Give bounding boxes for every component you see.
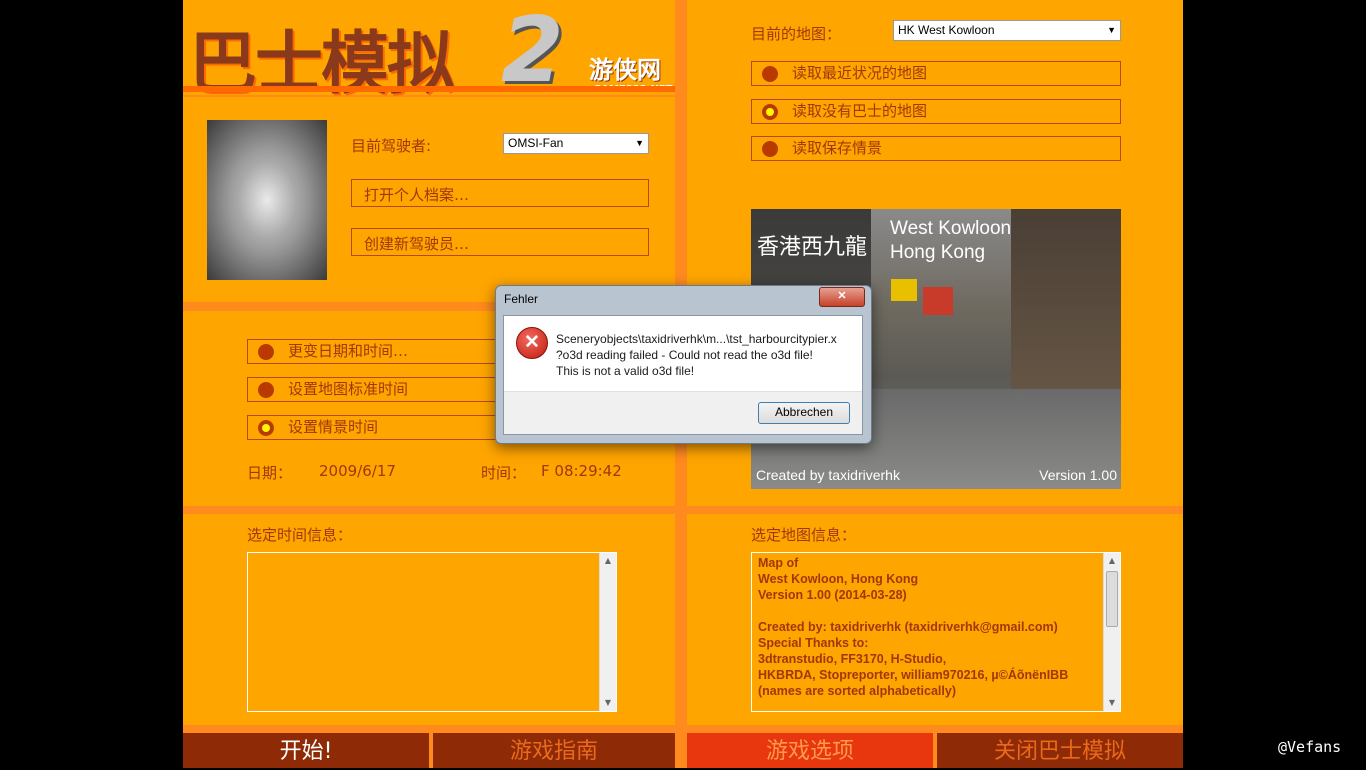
create-driver-label: 创建新驾驶员… [364,235,470,253]
open-profile-label: 打开个人档案… [364,186,470,204]
logo-site: 游侠网 [589,56,661,84]
map-info-line: (names are sorted alphabetically) [758,684,956,698]
scrollbar-thumb[interactable] [1106,571,1118,627]
time-option-label: 更变日期和时间… [288,342,409,360]
preview-title-en-2: Hong Kong [890,242,986,263]
dialog-title: Fehler [504,292,539,306]
preview-title-en-1: West Kowloon [890,218,1012,239]
map-select-value: HK West Kowloon [898,23,995,37]
map-option-load-scenario[interactable]: 读取保存情景 [751,136,1121,161]
exit-label: 关闭巴士模拟 [993,739,1126,764]
error-line: Sceneryobjects\taxidriverhk\m...\tst_har… [556,332,837,346]
map-option-label: 读取保存情景 [792,139,883,157]
map-label: 目前的地图： [751,25,842,43]
map-info-line: West Kowloon, Hong Kong [758,572,919,586]
map-info-textarea[interactable]: Map of West Kowloon, Hong Kong Version 1… [751,552,1121,712]
time-label: 时间： [481,464,527,482]
scroll-up-icon[interactable]: ▲ [1104,553,1120,569]
logo-panel: 巴士模拟 2 游侠网 GAME333.NET [183,0,675,104]
abort-button[interactable]: Abbrechen [758,402,850,424]
time-option-label: 设置地图标准时间 [288,380,409,398]
logo-title: 巴士模拟 [189,24,455,104]
error-message: Sceneryobjects\taxidriverhk\m...\tst_har… [556,331,837,379]
logo-stripes [183,86,675,92]
map-option-recent[interactable]: 读取最近状况的地图 [751,61,1121,86]
map-info-line: Special Thanks to: [758,636,869,650]
map-option-label: 读取没有巴士的地图 [792,102,928,120]
open-profile-button[interactable]: 打开个人档案… [351,179,649,207]
time-option-change[interactable]: 更变日期和时间… [247,339,507,364]
map-info-line: Map of [758,556,799,570]
time-info-scrollbar[interactable]: ▲ ▼ [599,553,616,711]
dialog-body: ✕ Sceneryobjects\taxidriverhk\m...\tst_h… [503,315,863,435]
map-info-scrollbar[interactable]: ▲ ▼ [1103,553,1120,711]
exit-button[interactable]: 关闭巴士模拟 [937,733,1183,768]
time-option-map-standard[interactable]: 设置地图标准时间 [247,377,507,402]
scroll-up-icon[interactable]: ▲ [600,553,616,569]
guide-label: 游戏指南 [509,739,598,764]
map-info-text: Map of West Kowloon, Hong Kong Version 1… [758,555,1068,699]
preview-title-cn: 香港西九龍 [757,235,868,260]
time-info-textarea[interactable]: ▲ ▼ [247,552,617,712]
driver-avatar [207,120,327,280]
time-value: F 08:29:42 [541,462,622,480]
start-label: 开始! [279,739,333,764]
driver-label: 目前驾驶者: [351,137,432,155]
options-button[interactable]: 游戏选项 [687,733,933,768]
map-info-line: Created by: taxidriverhk (taxidriverhk@g… [758,620,1058,634]
map-info-label: 选定地图信息： [751,526,857,544]
radio-icon[interactable] [258,344,274,360]
date-label: 日期： [247,464,293,482]
options-label: 游戏选项 [765,739,854,764]
guide-button[interactable]: 游戏指南 [433,733,675,768]
radio-selected-icon[interactable] [762,104,778,120]
abort-label: Abbrechen [774,405,834,419]
driver-select[interactable]: OMSI-Fan ▼ [503,133,649,154]
map-info-line: 3dtranstudio, FF3170, H-Studio, [758,652,947,666]
dialog-footer: Abbrechen [504,391,862,434]
radio-icon[interactable] [258,382,274,398]
map-info-line: Version 1.00 (2014-03-28) [758,588,907,602]
watermark: @Vefans [1278,738,1342,756]
chevron-down-icon[interactable]: ▼ [635,134,644,153]
map-info-line [758,603,1068,619]
start-button[interactable]: 开始! [183,733,429,768]
create-driver-button[interactable]: 创建新驾驶员… [351,228,649,256]
time-option-label: 设置情景时间 [288,418,379,436]
time-info-label: 选定时间信息： [247,526,353,544]
chevron-down-icon[interactable]: ▼ [1107,21,1116,40]
error-line: ?o3d reading failed - Could not read the… [556,348,813,362]
radio-icon[interactable] [762,141,778,157]
preview-version: Version 1.00 [1039,467,1117,483]
radio-selected-icon[interactable] [258,420,274,436]
error-dialog: Fehler ✕ ✕ Sceneryobjects\taxidriverhk\m… [495,285,872,444]
map-info-line: HKBRDA, Stopreporter, william970216, µ©Á… [758,668,1069,682]
dialog-close-button[interactable]: ✕ [819,287,865,307]
error-icon: ✕ [516,327,548,359]
date-value: 2009/6/17 [319,462,396,480]
close-icon[interactable]: ✕ [837,290,846,302]
scroll-down-icon[interactable]: ▼ [1104,695,1120,711]
time-info-panel: 选定时间信息： ▲ ▼ [183,514,675,725]
radio-icon[interactable] [762,66,778,82]
map-info-panel: 选定地图信息： Map of West Kowloon, Hong Kong V… [687,514,1183,725]
preview-created-by: Created by taxidriverhk [756,467,900,483]
map-option-no-bus[interactable]: 读取没有巴士的地图 [751,99,1121,124]
map-option-label: 读取最近状况的地图 [792,64,928,82]
map-select[interactable]: HK West Kowloon ▼ [893,20,1121,41]
scroll-down-icon[interactable]: ▼ [600,695,616,711]
driver-select-value: OMSI-Fan [508,136,564,150]
time-option-scenario[interactable]: 设置情景时间 [247,415,507,440]
driver-panel: 目前驾驶者: OMSI-Fan ▼ 打开个人档案… 创建新驾驶员… [183,97,675,302]
logo: 巴士模拟 2 游侠网 GAME333.NET [189,0,679,104]
error-line: This is not a valid o3d file! [556,364,695,378]
